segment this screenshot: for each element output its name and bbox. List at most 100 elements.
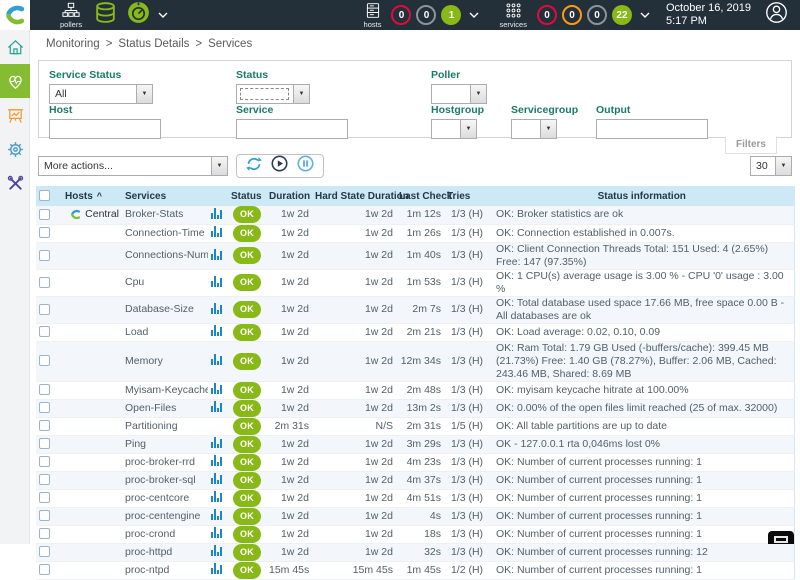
refresh-button[interactable] [246,156,262,177]
column-header-status[interactable]: Status [228,186,266,206]
services-counter-warning[interactable]: 0 [562,5,582,25]
graph-icon[interactable] [211,490,222,502]
hosts-counter-down[interactable]: 0 [391,5,411,25]
output-input[interactable] [596,119,708,139]
graph-icon[interactable] [211,225,222,237]
service-link[interactable]: Myisam-Keycache [125,384,208,396]
service-input[interactable] [236,119,348,139]
row-checkbox[interactable] [39,564,50,575]
sidebar-item-monitoring[interactable] [0,64,30,98]
services-counter-unknown[interactable]: 0 [587,5,607,25]
breadcrumb-services[interactable]: Services [208,38,252,50]
row-checkbox[interactable] [39,304,50,315]
column-header-last-check[interactable]: Last Check [396,186,444,206]
services-menu[interactable]: services [499,2,527,29]
column-header-status-information[interactable]: Status information [490,186,794,206]
service-link[interactable]: Memory [125,355,163,367]
graph-icon[interactable] [211,454,222,466]
row-checkbox[interactable] [39,546,50,557]
sidebar-item-home[interactable] [0,30,30,64]
graph-icon[interactable] [211,436,222,448]
status-select[interactable]: ▼ [236,84,310,104]
row-checkbox[interactable] [39,510,50,521]
service-link[interactable]: Cpu [125,276,144,288]
graph-icon[interactable] [211,324,222,336]
hosts-counter-up[interactable]: 1 [441,5,461,25]
broker-status-icon[interactable] [93,0,118,30]
resume-button[interactable] [271,155,288,177]
service-link[interactable]: Open-Files [125,402,176,414]
graph-icon[interactable] [211,382,222,394]
column-header-hosts[interactable]: Hosts^ [62,186,122,206]
hosts-menu[interactable]: hosts [364,2,382,29]
breadcrumb-status-details[interactable]: Status Details [118,38,189,50]
graph-icon[interactable] [211,544,222,556]
graph-icon[interactable] [211,508,222,520]
services-counter-ok[interactable]: 22 [612,5,632,25]
breadcrumb-monitoring[interactable]: Monitoring [46,38,100,50]
poller-details-chevron-icon[interactable] [158,11,168,19]
row-checkbox[interactable] [39,209,50,220]
sidebar-item-reporting[interactable] [0,98,30,132]
service-status-select[interactable]: All ▼ [49,84,153,104]
column-header-tries[interactable]: Tries [444,186,490,206]
graph-icon[interactable] [211,562,222,574]
user-menu[interactable] [765,1,788,29]
hosts-counter-unreachable[interactable]: 0 [416,5,436,25]
row-checkbox[interactable] [39,384,50,395]
services-counter-critical[interactable]: 0 [537,5,557,25]
graph-icon[interactable] [211,400,222,412]
service-link[interactable]: proc-broker-sql [125,474,196,486]
engine-status-icon[interactable] [126,0,151,30]
row-checkbox[interactable] [39,355,50,366]
service-link[interactable]: Load [125,326,148,338]
services-chevron-icon[interactable] [640,11,650,19]
service-link[interactable]: proc-ntpd [125,564,169,576]
row-checkbox[interactable] [39,456,50,467]
centreon-logo[interactable] [0,0,30,30]
filters-tab[interactable]: Filters [725,136,777,154]
graph-icon[interactable] [211,302,222,314]
row-checkbox[interactable] [39,528,50,539]
service-link[interactable]: Database-Size [125,303,194,315]
service-link[interactable]: proc-crond [125,528,175,540]
column-header-duration[interactable]: Duration [266,186,312,206]
more-actions-select[interactable]: More actions... ▼ [38,156,228,176]
hostgroup-select[interactable]: ▼ [431,119,477,139]
page-size-select[interactable]: 30 ▼ [750,156,792,176]
service-link[interactable]: Ping [125,438,146,450]
row-checkbox[interactable] [39,402,50,413]
service-link[interactable]: Broker-Stats [125,208,183,220]
row-checkbox[interactable] [39,438,50,449]
select-all-checkbox[interactable] [39,190,50,201]
graph-icon[interactable] [211,207,222,219]
service-link[interactable]: Connections-Number [125,249,208,261]
service-link[interactable]: proc-centcore [125,492,189,504]
servicegroup-select[interactable]: ▼ [511,119,557,139]
hosts-chevron-icon[interactable] [469,11,479,19]
host-link[interactable]: Central [65,208,119,221]
sidebar-item-configuration[interactable] [0,132,30,166]
graph-icon[interactable] [211,472,222,484]
row-checkbox[interactable] [39,250,50,261]
sidebar-item-administration[interactable] [0,166,30,200]
service-link[interactable]: Partitioning [125,420,178,432]
poller-select[interactable]: ▼ [431,84,487,104]
service-link[interactable]: Connection-Time [125,227,205,239]
row-checkbox[interactable] [39,420,50,431]
pollers-menu[interactable]: pollers [60,2,82,29]
service-link[interactable]: proc-broker-rrd [125,456,195,468]
graph-icon[interactable] [211,526,222,538]
row-checkbox[interactable] [39,227,50,238]
row-checkbox[interactable] [39,277,50,288]
service-link[interactable]: proc-httpd [125,546,172,558]
row-checkbox[interactable] [39,492,50,503]
graph-icon[interactable] [211,353,222,365]
row-checkbox[interactable] [39,474,50,485]
service-link[interactable]: proc-centengine [125,510,200,522]
column-header-services[interactable]: Services [122,186,208,206]
row-checkbox[interactable] [39,326,50,337]
graph-icon[interactable] [211,248,222,260]
host-input[interactable] [49,119,161,139]
column-header-hard-state-duration[interactable]: Hard State Duration [312,186,396,206]
